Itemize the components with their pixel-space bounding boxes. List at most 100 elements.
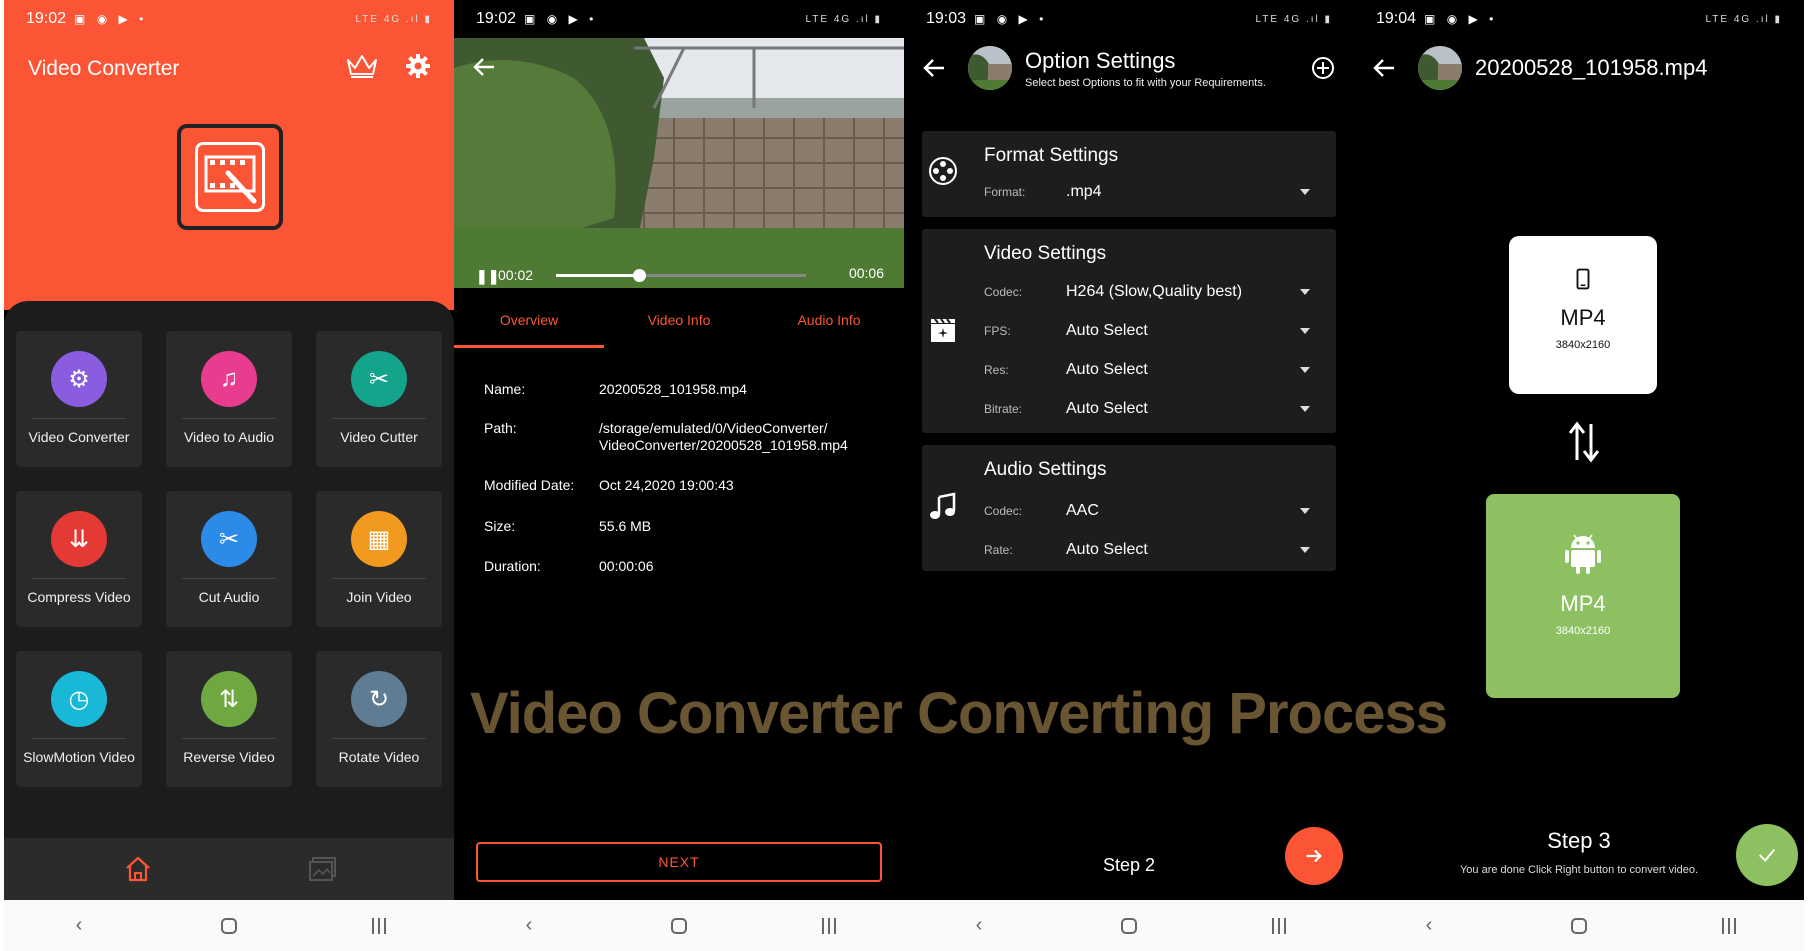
video-thumbnail-avatar — [968, 46, 1012, 90]
tool-label: Cut Audio — [198, 589, 260, 605]
option-value: Auto Select — [1066, 541, 1148, 558]
source-format: MP4 — [1560, 305, 1606, 330]
back-arrow-icon[interactable] — [1372, 55, 1398, 81]
crown-icon[interactable] — [345, 52, 379, 80]
gallery-icon[interactable] — [309, 856, 337, 882]
tool-reverse-video[interactable]: ⇅ Reverse Video — [166, 651, 292, 787]
info-row-modified-date: Modified Date: Oct 24,2020 19:00:43 — [484, 477, 884, 494]
signal-icons: LTE 4G .ıl ▮ — [805, 13, 882, 25]
audio-codec-dropdown[interactable]: Codec: AAC — [984, 502, 1310, 520]
gear-icon[interactable] — [405, 53, 431, 79]
card-title: Video Settings — [984, 243, 1107, 264]
info-row-duration: Duration: 00:00:06 — [484, 558, 884, 575]
pause-icon[interactable]: ❚❚ — [476, 268, 499, 285]
system-back-button[interactable]: ‹ — [499, 914, 559, 937]
tab-audio-info[interactable]: Audio Info — [754, 288, 904, 348]
format-dropdown[interactable]: Format: .mp4 — [984, 183, 1310, 201]
system-navigation-bar: ‹ — [4, 900, 454, 951]
option-label: Bitrate: — [984, 402, 1023, 416]
option-label: Rate: — [984, 543, 1013, 557]
info-row-name: Name: 20200528_101958.mp4 — [484, 381, 884, 398]
notification-icons: ▣ ◉ ▶ • — [74, 12, 148, 26]
system-back-button[interactable]: ‹ — [949, 914, 1009, 937]
system-home-button[interactable] — [1549, 914, 1609, 937]
info-key: Modified Date: — [484, 477, 575, 493]
join-video-icon: ▦ — [351, 511, 407, 567]
phone-icon — [1576, 268, 1590, 290]
status-time: 19:02 — [476, 10, 517, 27]
tool-label: Video Cutter — [340, 429, 418, 445]
screenshot-collage: 19:02 ▣ ◉ ▶ • LTE 4G .ıl ▮ Video Convert… — [0, 0, 1812, 951]
add-circle-icon[interactable] — [1310, 55, 1336, 81]
audio-rate-dropdown[interactable]: Rate: Auto Select — [984, 541, 1310, 559]
info-key: Name: — [484, 381, 526, 397]
resolution-dropdown[interactable]: Res: Auto Select — [984, 361, 1310, 379]
video-codec-dropdown[interactable]: Codec: H264 (Slow,Quality best) — [984, 283, 1310, 301]
video-cutter-icon: ✂ — [351, 351, 407, 407]
file-title: 20200528_101958.mp4 — [1475, 55, 1708, 80]
video-player-thumbnail[interactable] — [454, 38, 904, 288]
system-back-button[interactable]: ‹ — [1399, 914, 1459, 937]
option-value: AAC — [1066, 502, 1099, 519]
seek-bar[interactable] — [556, 269, 806, 282]
system-home-button[interactable] — [199, 914, 259, 937]
tab-video-info[interactable]: Video Info — [604, 288, 754, 348]
next-step-button[interactable] — [1285, 827, 1343, 885]
info-value: 20200528_101958.mp4 — [599, 381, 747, 397]
dropdown-arrow-icon — [1300, 289, 1310, 295]
screen-subtitle: Select best Options to fit with your Req… — [1025, 77, 1266, 89]
status-time: 19:04 — [1376, 10, 1417, 27]
tool-video-cutter[interactable]: ✂ Video Cutter — [316, 331, 442, 467]
dropdown-arrow-icon — [1300, 328, 1310, 334]
swap-arrows-icon — [1568, 421, 1600, 463]
slowmotion-video-icon: ◷ — [51, 671, 107, 727]
video-converter-icon: ⚙ — [51, 351, 107, 407]
fps-dropdown[interactable]: FPS: Auto Select — [984, 322, 1310, 340]
seek-handle[interactable] — [632, 269, 646, 282]
info-key: Size: — [484, 518, 516, 534]
back-arrow-icon[interactable] — [922, 55, 948, 81]
tool-compress-video[interactable]: ⇊ Compress Video — [16, 491, 142, 627]
system-recents-button[interactable] — [1699, 914, 1759, 937]
system-navigation-bar: ‹ — [1354, 900, 1804, 951]
dropdown-arrow-icon — [1300, 406, 1310, 412]
video-duration: 00:06 — [848, 265, 884, 281]
app-title: Video Converter — [28, 57, 180, 80]
option-label: FPS: — [984, 324, 1011, 338]
check-icon — [1758, 848, 1776, 862]
system-recents-button[interactable] — [1249, 914, 1309, 937]
system-recents-button[interactable] — [349, 914, 409, 937]
system-home-button[interactable] — [649, 914, 709, 937]
system-recents-button[interactable] — [799, 914, 859, 937]
system-back-button[interactable]: ‹ — [49, 914, 109, 937]
bitrate-dropdown[interactable]: Bitrate: Auto Select — [984, 400, 1310, 418]
tool-rotate-video[interactable]: ↻ Rotate Video — [316, 651, 442, 787]
source-resolution: 3840x2160 — [1555, 339, 1611, 351]
target-format-card: MP4 3840x2160 — [1486, 494, 1680, 698]
info-row-size: Size: 55.6 MB — [484, 518, 884, 535]
system-home-button[interactable] — [1099, 914, 1159, 937]
compress-video-icon: ⇊ — [51, 511, 107, 567]
next-button[interactable]: NEXT — [476, 842, 882, 882]
tool-label: Join Video — [346, 589, 412, 605]
back-arrow-icon[interactable] — [472, 54, 498, 80]
tool-video-to-audio[interactable]: ♫ Video to Audio — [166, 331, 292, 467]
tool-cut-audio[interactable]: ✂ Cut Audio — [166, 491, 292, 627]
option-value: Auto Select — [1066, 361, 1148, 378]
tool-slowmotion-video[interactable]: ◷ SlowMotion Video — [16, 651, 142, 787]
video-thumbnail-avatar — [1418, 46, 1462, 90]
tool-label: Compress Video — [27, 589, 131, 605]
home-icon[interactable] — [124, 855, 152, 883]
signal-icons: LTE 4G .ıl ▮ — [1705, 13, 1782, 25]
tool-label: Rotate Video — [338, 749, 420, 765]
convert-confirm-screen: 19:04 ▣ ◉ ▶ • LTE 4G .ıl ▮ 20200528_1019… — [1354, 0, 1804, 951]
tool-video-converter[interactable]: ⚙ Video Converter — [16, 331, 142, 467]
tab-overview[interactable]: Overview — [454, 288, 604, 348]
notification-icons: ▣ ◉ ▶ • — [1424, 12, 1498, 26]
convert-confirm-button[interactable] — [1736, 824, 1798, 886]
tool-join-video[interactable]: ▦ Join Video — [316, 491, 442, 627]
card-title: Format Settings — [984, 145, 1119, 166]
seek-progress — [556, 274, 639, 277]
option-value: Auto Select — [1066, 322, 1148, 339]
clapperboard-icon — [931, 318, 955, 342]
